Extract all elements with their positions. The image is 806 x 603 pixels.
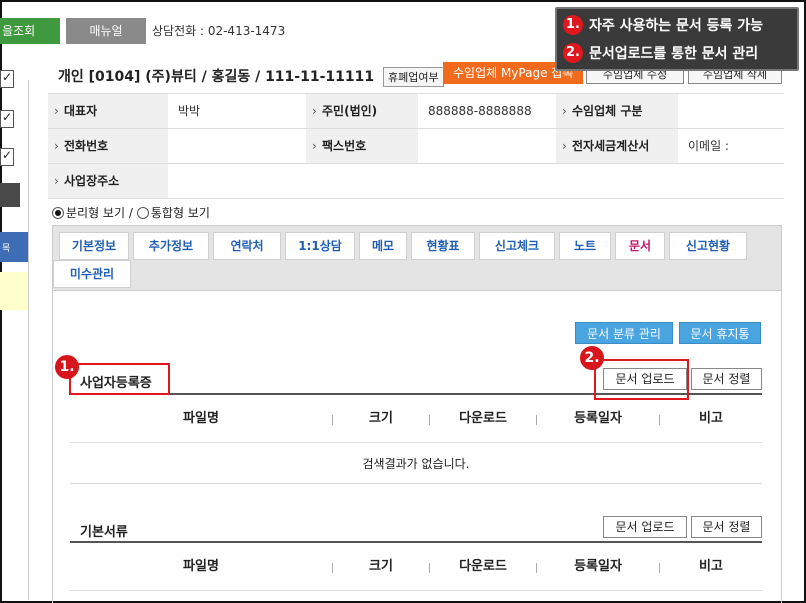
callout-item: 1. 자주 사용하는 문서 등록 가능 [563,13,763,37]
tab-extra-info[interactable]: 추가정보 [133,232,209,260]
tab-basic-info[interactable]: 기본정보 [59,232,129,260]
info-label: 주민(법인) [306,94,418,128]
column-header: 비고 [699,559,723,574]
info-row: 전화번호 팩스번호 전자세금계산서 이메일 : [48,129,784,164]
sidebar-blue-label: 목 [2,244,11,254]
radio-separated-view[interactable] [52,206,64,219]
sidebar-checkbox[interactable] [0,70,14,88]
column-header: 크기 [369,411,393,426]
column-header: 다운로드 [459,411,507,426]
info-value: 888888-8888888 [428,104,532,118]
sidebar-divider [28,80,29,600]
detail-tabs: 기본정보 추가정보 연락처 1:1상담 메모 현황표 신고체크 노트 문서 신고… [52,225,782,291]
info-label: 대표자 [48,94,168,128]
sidebar-button[interactable] [0,183,20,207]
tab-contacts[interactable]: 연락처 [213,232,281,260]
company-title: 개인 [0104] (주)뷰티 / 홍길동 / 111-11-11111 [58,69,375,85]
section-title: 기본서류 [80,525,128,540]
sort-button[interactable]: 문서 정렬 [691,368,762,390]
closure-status-button[interactable]: 휴폐업여부 [382,67,444,87]
sidebar-blue-header: 목 [0,232,28,262]
tab-status-sheet[interactable]: 현황표 [411,232,475,260]
doc-trash-button[interactable]: 문서 휴지통 [679,322,761,344]
callout-number: 1. [563,15,583,35]
column-header: 등록일자 [574,559,622,574]
upload-button[interactable]: 문서 업로드 [603,516,687,538]
radio-label: 분리형 보기 / [66,206,133,220]
sidebar-yellow-panel [0,272,28,310]
callout-text: 문서업로드를 통한 문서 관리 [589,46,759,62]
callout-number: 2. [563,43,583,63]
column-header: 등록일자 [574,411,622,426]
info-label: 전자세금계산서 [556,129,678,163]
info-label: 팩스번호 [306,129,418,163]
radio-label: 통합형 보기 [150,206,210,220]
doc-category-button[interactable]: 문서 분류 관리 [575,322,673,344]
view-mode-selector: 분리형 보기 / 통합형 보기 [52,204,210,221]
info-label: 전화번호 [48,129,168,163]
marker-badge-1: 1. [55,355,79,379]
radio-integrated-view[interactable] [136,206,149,219]
info-row: 사업장주소 [48,164,784,199]
client-info-table: 대표자 박박 주민(법인) 888888-8888888 수임업체 구분 전화번… [48,93,784,199]
tab-consult[interactable]: 1:1상담 [285,232,355,260]
column-header: 다운로드 [459,559,507,574]
empty-result-message: 검색결과가 없습니다. [70,444,762,484]
file-table-header: 파일명 크기 다운로드 등록일자 비고 [70,393,762,443]
support-phone: 상담전화 : 02-413-1473 [152,24,286,38]
highlight-box-1 [69,363,170,395]
callout-text: 자주 사용하는 문서 등록 가능 [589,18,764,34]
file-table-header: 파일명 크기 다운로드 등록일자 비고 [70,541,762,591]
tab-note[interactable]: 노트 [559,232,611,260]
column-header: 파일명 [183,559,219,574]
feature-callout: 1. 자주 사용하는 문서 등록 가능 2. 문서업로드를 통한 문서 관리 [555,7,799,71]
tab-memo[interactable]: 메모 [359,232,407,260]
info-label: 수임업체 구분 [556,94,678,128]
info-value: 박박 [178,104,201,118]
tab-report-status[interactable]: 신고현황 [669,232,747,260]
tab-report-check[interactable]: 신고체크 [479,232,555,260]
callout-item: 2. 문서업로드를 통한 문서 관리 [563,41,758,65]
column-header: 크기 [369,559,393,574]
info-value: 이메일 : [688,139,729,153]
marker-badge-2: 2. [580,346,604,370]
sidebar-checkbox[interactable] [0,110,14,128]
info-row: 대표자 박박 주민(법인) 888888-8888888 수임업체 구분 [48,94,784,129]
company-header: 개인 [0104] (주)뷰티 / 홍길동 / 111-11-11111 휴폐업… [58,66,444,87]
column-header: 비고 [699,411,723,426]
sidebar-checkbox[interactable] [0,148,14,166]
tab-receivables[interactable]: 미수관리 [53,260,131,288]
highlight-box-2 [594,359,689,400]
tab-documents[interactable]: 문서 [615,232,665,260]
sort-button[interactable]: 문서 정렬 [691,516,762,538]
lookup-button[interactable]: 을조회 [0,18,60,44]
column-header: 파일명 [183,411,219,426]
info-label: 사업장주소 [48,164,168,198]
manual-button[interactable]: 매뉴얼 [66,18,146,44]
